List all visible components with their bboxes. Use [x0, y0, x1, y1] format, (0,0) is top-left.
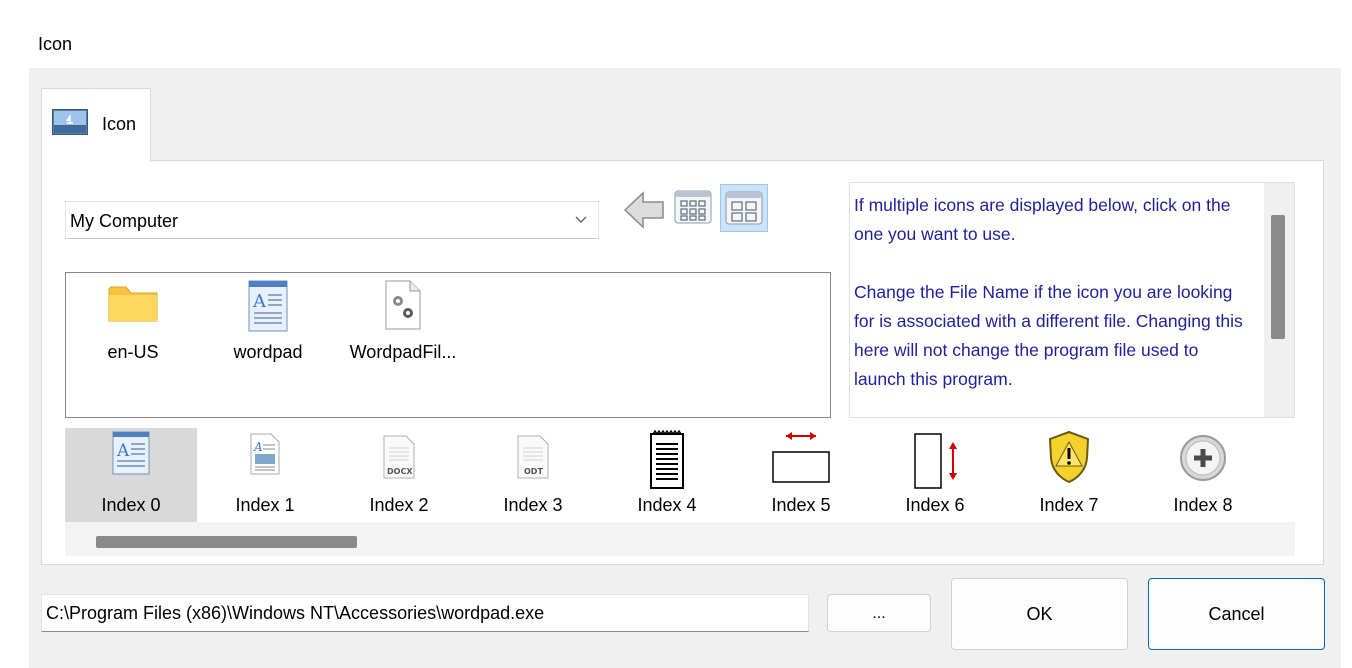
- rich-document-icon: A: [250, 433, 280, 475]
- icon-item[interactable]: Index 7: [1003, 428, 1135, 522]
- ok-button[interactable]: OK: [951, 578, 1128, 650]
- small-icons-view-icon: [674, 190, 712, 224]
- back-arrow-icon: [623, 191, 664, 229]
- icon-item[interactable]: DOCX Index 2: [333, 428, 465, 522]
- info-scrollbar-thumb[interactable]: [1271, 215, 1285, 339]
- icon-label: Index 0: [101, 495, 161, 515]
- location-dropdown[interactable]: My Computer: [65, 201, 599, 239]
- tab-label: Icon: [102, 114, 137, 134]
- icon-item[interactable]: ODT Index 3: [467, 428, 599, 522]
- tab-icon[interactable]: Icon: [41, 88, 151, 162]
- svg-text:A: A: [252, 291, 267, 312]
- page-width-icon: [772, 432, 830, 483]
- icon-item[interactable]: A Index 0: [65, 428, 197, 522]
- list-item[interactable]: en-US: [73, 273, 193, 383]
- icon-label: Index 4: [637, 495, 697, 515]
- notepad-icon: [650, 430, 684, 489]
- odt-file-icon: ODT: [517, 435, 549, 479]
- chevron-down-icon: [575, 216, 587, 223]
- wordpad-icon: A: [248, 280, 288, 332]
- large-icons-view-icon: [725, 191, 763, 225]
- back-button[interactable]: [622, 190, 666, 230]
- window-title: Icon: [38, 34, 73, 54]
- image-icon: [52, 109, 88, 135]
- large-icons-view-button[interactable]: [720, 184, 768, 232]
- icon-label: Index 7: [1039, 495, 1099, 515]
- info-text: If multiple icons are displayed below, c…: [854, 195, 1243, 389]
- icon-label: Index 1: [235, 495, 295, 515]
- wordpad-icon: A: [112, 431, 150, 475]
- browse-button[interactable]: ...: [827, 594, 931, 632]
- icon-label: Index 2: [369, 495, 429, 515]
- icon-list-scrollbar-thumb[interactable]: [96, 536, 357, 548]
- warning-shield-icon: [1048, 430, 1090, 484]
- icon-item[interactable]: Index 6: [869, 428, 1001, 522]
- small-icons-view-button[interactable]: [671, 184, 715, 230]
- info-panel: If multiple icons are displayed below, c…: [849, 182, 1295, 418]
- list-item[interactable]: WordpadFil...: [343, 273, 463, 383]
- svg-text:ODT: ODT: [524, 467, 543, 476]
- docx-file-icon: DOCX: [383, 435, 415, 479]
- icon-dialog: Icon Icon My Computer en-US A wordpad Wo…: [0, 0, 1352, 668]
- svg-text:DOCX: DOCX: [387, 467, 413, 476]
- file-label: en-US: [107, 342, 159, 362]
- file-name-input[interactable]: [41, 594, 809, 632]
- icon-item[interactable]: Index 8: [1137, 428, 1269, 522]
- page-height-icon: [914, 433, 957, 489]
- list-item[interactable]: A wordpad: [208, 273, 328, 383]
- icon-item[interactable]: Index 5: [735, 428, 867, 522]
- icon-list-items: A Index 0 A Index 1 DOCX Index 2 ODT Ind…: [65, 428, 1295, 522]
- settings-file-icon: [385, 280, 421, 330]
- add-circle-icon: [1180, 435, 1226, 481]
- file-list[interactable]: en-US A wordpad WordpadFil...: [65, 272, 831, 418]
- location-value: My Computer: [70, 211, 179, 231]
- svg-text:A: A: [116, 441, 130, 461]
- icon-label: Index 5: [771, 495, 831, 515]
- icon-list[interactable]: A Index 0 A Index 1 DOCX Index 2 ODT Ind…: [65, 428, 1295, 556]
- icon-item[interactable]: A Index 1: [199, 428, 331, 522]
- file-label: wordpad: [233, 342, 303, 362]
- icon-label: Index 6: [905, 495, 965, 515]
- icon-label: Index 8: [1173, 495, 1233, 515]
- icon-item[interactable]: Index 4: [601, 428, 733, 522]
- folder-icon: [108, 286, 158, 322]
- file-label: WordpadFil...: [349, 342, 457, 362]
- svg-text:A: A: [253, 440, 263, 454]
- icon-label: Index 3: [503, 495, 563, 515]
- cancel-button[interactable]: Cancel: [1148, 578, 1325, 650]
